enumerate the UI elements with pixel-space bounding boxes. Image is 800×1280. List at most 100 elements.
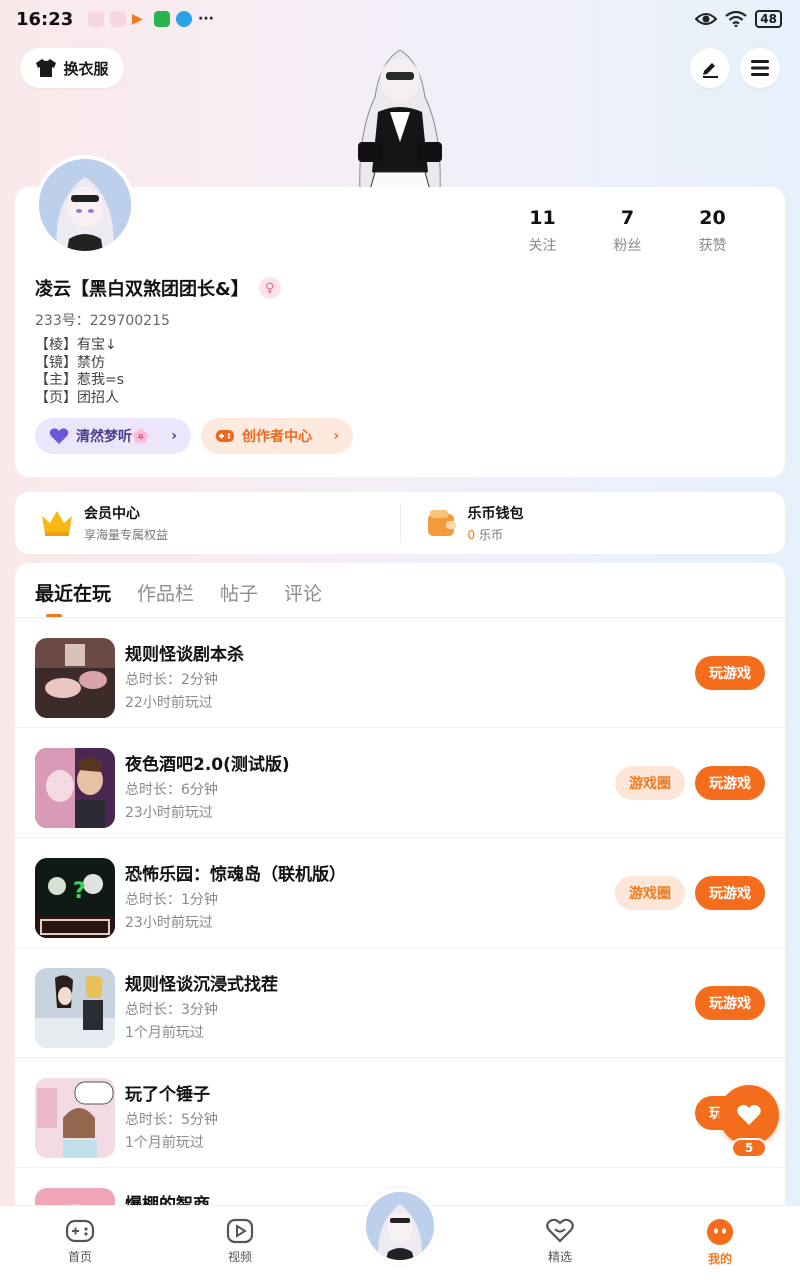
tab-works[interactable]: 作品栏 <box>137 579 194 606</box>
game-row[interactable]: 夜色酒吧2.0(测试版) 总时长：6分钟 23小时前玩过 游戏圈 玩游戏 <box>15 728 785 838</box>
character-figure[interactable] <box>330 42 470 190</box>
bio-line: 【主】惹我=s <box>35 372 125 388</box>
change-outfit-button[interactable]: 换衣服 <box>20 48 124 88</box>
game-meta: 总时长：6分钟 23小时前玩过 <box>125 779 218 825</box>
profile-card: 11 关注 7 粉丝 20 获赞 凌云【黑白双煞团团长&】 ♀ 233号：229… <box>15 187 785 477</box>
video-play-icon <box>226 1218 254 1244</box>
gamepad-icon <box>216 430 234 442</box>
nav-center-avatar[interactable] <box>362 1188 438 1264</box>
wallet-unit: 乐币 <box>475 528 503 542</box>
browser-app-icon <box>176 11 192 27</box>
game-row[interactable]: ? 恐怖乐园：惊魂岛（联机版） 总时长：1分钟 23小时前玩过 游戏圈 玩游戏 <box>15 838 785 948</box>
tab-posts[interactable]: 帖子 <box>220 579 258 606</box>
app-notification-icon <box>110 11 126 27</box>
bio-line: 【棱】有宝↓ <box>35 337 117 353</box>
game-cover <box>35 968 115 1048</box>
game-cover: ? <box>35 858 115 938</box>
game-title: 规则怪谈剧本杀 <box>125 645 244 665</box>
game-cover <box>35 1078 115 1158</box>
wifi-icon <box>725 11 747 27</box>
tab-comments[interactable]: 评论 <box>284 579 322 606</box>
iqiyi-app-icon <box>154 11 170 27</box>
heart-icon <box>49 428 69 444</box>
game-title: 恐怖乐园：惊魂岛（联机版） <box>125 865 346 885</box>
game-title: 玩了个锤子 <box>125 1085 210 1105</box>
vip-title: 会员中心 <box>84 506 140 522</box>
game-row[interactable]: 规则怪谈剧本杀 总时长：2分钟 22小时前玩过 玩游戏 <box>15 618 785 728</box>
game-duration: 总时长：2分钟 <box>125 672 218 688</box>
bio-line: 【镜】禁仿 <box>35 354 105 371</box>
nickname-row: 凌云【黑白双煞团团长&】 ♀ <box>35 275 281 301</box>
chevron-right-icon: › <box>333 428 339 444</box>
stat-number: 20 <box>699 207 726 229</box>
crown-icon <box>42 511 72 536</box>
stat-likes[interactable]: 20 获赞 <box>670 207 755 255</box>
chevron-right-icon: › <box>171 428 177 444</box>
game-duration: 总时长：3分钟 <box>125 1002 218 1018</box>
menu-icon <box>751 60 769 76</box>
play-game-button[interactable]: 玩游戏 <box>695 876 765 910</box>
svg-text:?: ? <box>73 879 86 904</box>
favorite-floating-button[interactable] <box>719 1085 779 1145</box>
stat-following[interactable]: 11 关注 <box>500 207 585 255</box>
profile-tabs: 最近在玩 作品栏 帖子 评论 <box>35 579 322 606</box>
play-game-button[interactable]: 玩游戏 <box>695 656 765 690</box>
game-circle-button[interactable]: 游戏圈 <box>615 766 685 800</box>
play-app-icon: ▶ <box>132 11 143 27</box>
tab-recently-played[interactable]: 最近在玩 <box>35 579 111 606</box>
game-last-played: 23小时前玩过 <box>125 805 213 821</box>
game-row[interactable]: 规则怪谈沉浸式找茬 总时长：3分钟 1个月前玩过 玩游戏 <box>15 948 785 1058</box>
edit-profile-button[interactable] <box>690 48 730 88</box>
content-card: 最近在玩 作品栏 帖子 评论 规则怪谈剧本杀 总时长：2分钟 22小时前玩过 玩… <box>15 563 785 1280</box>
game-circle-button[interactable]: 游戏圈 <box>615 876 685 910</box>
game-last-played: 1个月前玩过 <box>125 1135 204 1151</box>
vip-subtitle: 享海量专属权益 <box>84 528 169 542</box>
app-notification-icon <box>88 11 104 27</box>
status-icons: 48 <box>695 10 782 28</box>
nav-home[interactable]: 首页 <box>40 1218 120 1265</box>
status-time: 16:23 <box>16 9 74 30</box>
gamepad-icon <box>65 1219 95 1243</box>
heart-outline-icon <box>546 1218 574 1243</box>
nav-label: 精选 <box>547 1250 572 1264</box>
game-last-played: 23小时前玩过 <box>125 915 213 931</box>
more-notifications-icon: ··· <box>198 11 214 27</box>
profile-stats: 11 关注 7 粉丝 20 获赞 <box>500 207 755 255</box>
battery-indicator: 48 <box>755 10 782 28</box>
change-outfit-label: 换衣服 <box>63 59 109 78</box>
wallet-title: 乐币钱包 <box>467 506 524 522</box>
game-row[interactable]: 玩了个锤子 总时长：5分钟 1个月前玩过 玩游戏 <box>15 1058 785 1168</box>
stat-label: 关注 <box>528 238 557 254</box>
wallet-entry[interactable]: 乐币钱包 0 乐币 <box>401 492 786 554</box>
dream-tag-button[interactable]: 清然梦听🌸 › <box>35 418 191 454</box>
stat-followers[interactable]: 7 粉丝 <box>585 207 670 255</box>
game-last-played: 22小时前玩过 <box>125 695 213 711</box>
game-duration: 总时长：1分钟 <box>125 892 218 908</box>
game-title: 规则怪谈沉浸式找茬 <box>125 975 278 995</box>
vip-center-entry[interactable]: 会员中心 享海量专属权益 <box>15 492 400 554</box>
stat-number: 7 <box>620 207 635 229</box>
avatar-image <box>366 1192 434 1260</box>
member-card: 会员中心 享海量专属权益 乐币钱包 0 乐币 <box>15 492 785 554</box>
shirt-icon <box>36 59 57 77</box>
game-meta: 总时长：5分钟 1个月前玩过 <box>125 1109 218 1155</box>
eye-icon <box>695 13 718 25</box>
nav-mine[interactable]: 我的 <box>680 1218 760 1267</box>
stat-number: 11 <box>529 207 556 229</box>
favorite-count-badge: 5 <box>731 1138 767 1158</box>
nav-video[interactable]: 视频 <box>200 1218 280 1265</box>
creator-center-button[interactable]: 创作者中心 › <box>201 418 353 454</box>
play-game-button[interactable]: 玩游戏 <box>695 986 765 1020</box>
nav-label: 首页 <box>67 1250 92 1264</box>
nav-label: 视频 <box>227 1250 252 1264</box>
play-game-button[interactable]: 玩游戏 <box>695 766 765 800</box>
nav-featured[interactable]: 精选 <box>520 1218 600 1265</box>
user-id: 233号：229700215 <box>35 313 170 329</box>
avatar[interactable] <box>35 155 135 255</box>
status-bar: 16:23 ▶ ··· 48 <box>0 0 800 40</box>
avatar-image <box>39 159 131 251</box>
menu-button[interactable] <box>740 48 780 88</box>
game-duration: 总时长：6分钟 <box>125 782 218 798</box>
bio-line: 【页】团招人 <box>35 389 119 406</box>
wallet-balance: 0 乐币 <box>468 526 524 543</box>
